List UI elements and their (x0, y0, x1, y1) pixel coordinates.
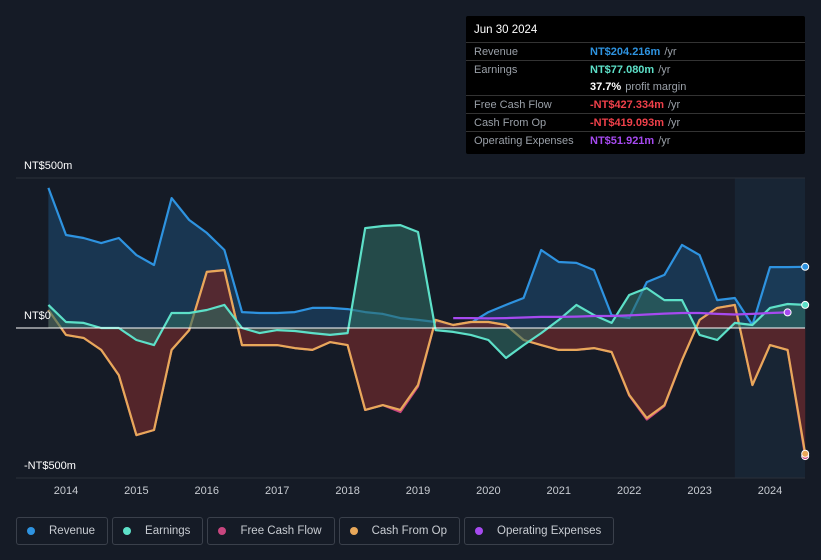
tooltip-unit: /yr (664, 45, 677, 58)
tooltip-row: Revenue NT$204.216m/yr (466, 43, 805, 61)
tooltip-label: Cash From Op (474, 116, 547, 129)
y-tick-label: -NT$500m (24, 460, 76, 472)
tooltip-label: Free Cash Flow (474, 98, 552, 111)
x-tick-label: 2022 (616, 485, 642, 497)
legend-label: Revenue (49, 525, 96, 537)
x-tick-label: 2017 (264, 485, 290, 497)
legend-dot-icon (218, 527, 227, 535)
tooltip-value: NT$204.216m (590, 45, 661, 58)
tooltip-value: NT$51.921m (590, 134, 655, 147)
x-tick-label: 2023 (687, 485, 712, 497)
tooltip-unit: /yr (658, 134, 671, 147)
tooltip-value: NT$77.080m (590, 63, 655, 76)
tooltip-row: 37.7% profit margin (466, 78, 805, 96)
end-point (801, 300, 810, 309)
tooltip-row: Operating Expenses NT$51.921m/yr (466, 132, 805, 149)
legend-dot-icon (475, 527, 484, 535)
x-tick-label: 2019 (405, 485, 431, 497)
y-tick-label: NT$500m (24, 160, 73, 172)
tooltip-label: Revenue (474, 45, 519, 58)
tooltip-value: -NT$427.334m (590, 98, 664, 111)
tooltip-row: Free Cash Flow -NT$427.334m/yr (466, 96, 805, 114)
legend-dot-icon (27, 527, 35, 535)
tooltip-row: Cash From Op -NT$419.093m/yr (466, 114, 805, 132)
legend-item-revenue[interactable]: Revenue (16, 517, 109, 545)
tooltip-unit: /yr (668, 116, 681, 129)
chart-container: NT$500m NT$0 -NT$500m 2014 2015 2016 2017 20… (0, 0, 821, 560)
x-tick-label: 2014 (53, 485, 79, 497)
legend-label: Cash From Op (371, 525, 448, 537)
legend: Revenue Earnings Free Cash Flow Cash From O… (16, 517, 615, 545)
x-tick-label: 2024 (757, 485, 783, 497)
tooltip-label: Operating Expenses (474, 134, 574, 147)
tooltip-row: Earnings NT$77.080m/yr (466, 61, 805, 78)
tooltip-unit: /yr (658, 63, 671, 76)
legend-dot-icon (349, 527, 358, 535)
x-tick-label: 2018 (335, 485, 360, 497)
legend-label: Operating Expenses (497, 525, 602, 537)
legend-item-earnings[interactable]: Earnings (112, 517, 204, 545)
x-tick-label: 2015 (124, 485, 149, 497)
tooltip: Jun 30 2024 Revenue NT$204.216m/yr Earning… (466, 16, 805, 154)
x-tick-label: 2021 (546, 485, 572, 497)
end-point (783, 308, 792, 317)
legend-item-free-cash-flow[interactable]: Free Cash Flow (207, 517, 335, 545)
legend-item-cash-from-op[interactable]: Cash From Op (338, 517, 461, 545)
legend-dot-icon (123, 527, 132, 535)
y-tick-label: NT$0 (24, 310, 51, 322)
end-point (801, 449, 810, 458)
tooltip-unit: /yr (668, 98, 681, 111)
legend-item-operating-expenses[interactable]: Operating Expenses (464, 517, 615, 545)
tooltip-unit: profit margin (625, 80, 687, 93)
end-point (801, 262, 810, 271)
tooltip-value: -NT$419.093m (590, 116, 664, 129)
legend-label: Earnings (145, 525, 191, 537)
tooltip-label: Earnings (474, 63, 518, 76)
x-tick-label: 2016 (194, 485, 220, 497)
x-tick-label: 2020 (476, 485, 501, 497)
tooltip-value: 37.7% (590, 80, 622, 93)
legend-label: Free Cash Flow (240, 525, 322, 537)
tooltip-date: Jun 30 2024 (466, 16, 805, 43)
